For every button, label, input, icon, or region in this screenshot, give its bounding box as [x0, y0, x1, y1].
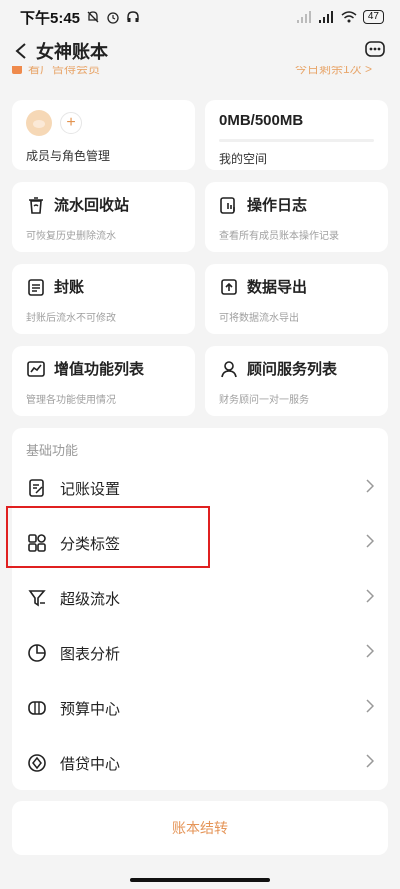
headphones-icon: [127, 11, 139, 22]
super-flow-icon: [28, 590, 46, 607]
menu-item-label: 记账设置: [60, 480, 121, 498]
more-button[interactable]: [364, 39, 386, 64]
menu-item-chart-analysis[interactable]: 图表分析: [12, 626, 388, 680]
chevron-right-icon: [366, 698, 375, 713]
status-left-icons: [86, 10, 140, 24]
section-title: 基础功能: [26, 443, 79, 458]
chevron-right-icon: [366, 588, 375, 603]
promo-banner[interactable]: 看广告得会员 今日剩余1次 >: [12, 66, 388, 80]
menu-item-label: 借贷中心: [60, 755, 121, 773]
alarm-icon: [107, 12, 119, 24]
tile-title: 顾问服务列表: [247, 361, 338, 378]
more-options-icon: [365, 40, 385, 57]
signal-hd-icon: [318, 11, 333, 23]
member-role-label: 成员与角色管理: [26, 149, 111, 163]
tile-title: 封账: [54, 279, 85, 296]
menu-item-label: 超级流水: [60, 590, 121, 608]
tile-subtitle: 管理各功能使用情况: [26, 395, 116, 406]
tile-subtitle: 财务顾问一对一服务: [219, 395, 309, 406]
menu-item-label: 预算中心: [60, 700, 121, 718]
member-role-card[interactable]: + 成员与角色管理: [12, 100, 195, 170]
account-carryover-button[interactable]: 账本结转: [12, 801, 388, 855]
home-indicator[interactable]: [130, 878, 270, 882]
account-carryover-label: 账本结转: [172, 820, 228, 836]
menu-item-budget-center[interactable]: 预算中心: [12, 681, 388, 735]
data-export-tile[interactable]: 数据导出 可将数据流水导出: [205, 264, 388, 334]
operation-log-tile[interactable]: 操作日志 查看所有成员账本操作记录: [205, 182, 388, 252]
highlight-box: [6, 506, 210, 568]
space-usage-bar: [219, 139, 374, 142]
budget-icon: [28, 701, 46, 715]
bookkeeping-settings-icon: [29, 479, 44, 497]
operation-log-icon: [220, 196, 235, 214]
chevron-right-icon: [366, 753, 375, 768]
value-added-tile[interactable]: 增值功能列表 管理各功能使用情况: [12, 346, 195, 416]
menu-item-super-flow[interactable]: 超级流水: [12, 571, 388, 625]
export-icon: [221, 278, 237, 295]
trash-restore-icon: [29, 196, 43, 214]
basic-functions-section: 基础功能 记账设置 分类标签 超级流水 图表分析 预算中心 借贷中心: [12, 428, 388, 790]
advisor-service-tile[interactable]: 顾问服务列表 财务顾问一对一服务: [205, 346, 388, 416]
tile-subtitle: 查看所有成员账本操作记录: [219, 231, 339, 242]
signal-icon: [296, 11, 311, 23]
status-right-icons: 47: [296, 10, 384, 24]
wifi-icon: [341, 11, 357, 23]
tile-subtitle: 可将数据流水导出: [219, 313, 299, 324]
pie-chart-icon: [28, 644, 46, 662]
avatar: [26, 110, 52, 136]
close-account-tile[interactable]: 封账 封账后流水不可修改: [12, 264, 195, 334]
tile-title: 操作日志: [247, 197, 308, 214]
mute-icon: [87, 11, 99, 23]
page-title: 女神账本: [36, 42, 108, 62]
tile-title: 流水回收站: [54, 197, 130, 214]
chevron-right-icon: [366, 533, 375, 548]
space-usage-value: 0MB/500MB: [219, 112, 304, 129]
tile-subtitle: 封账后流水不可修改: [26, 313, 116, 324]
recycle-bin-tile[interactable]: 流水回收站 可恢复历史删除流水: [12, 182, 195, 252]
lock-account-icon: [28, 278, 44, 296]
menu-item-loan-center[interactable]: 借贷中心: [12, 736, 388, 790]
chevron-right-icon: [366, 643, 375, 658]
chevron-right-icon: [366, 478, 375, 493]
status-bar: 下午5:45 47: [0, 0, 400, 34]
menu-item-label: 图表分析: [60, 645, 121, 663]
nav-bar: 女神账本: [0, 34, 400, 68]
loan-icon: [28, 754, 46, 772]
add-member-button[interactable]: +: [60, 112, 82, 134]
promo-tag-icon: [12, 66, 22, 74]
tile-subtitle: 可恢复历史删除流水: [26, 231, 116, 242]
promo-left-text: 看广告得会员: [28, 66, 101, 76]
back-arrow-icon[interactable]: [14, 42, 28, 60]
my-space-label: 我的空间: [219, 152, 268, 166]
promo-right-text: 今日剩余1次 >: [294, 66, 372, 76]
tile-title: 数据导出: [247, 279, 308, 296]
chart-up-icon: [27, 360, 45, 377]
plus-icon: +: [66, 114, 76, 131]
my-space-card[interactable]: 0MB/500MB 我的空间: [205, 100, 388, 170]
advisor-icon: [221, 360, 237, 377]
battery-indicator: 47: [362, 10, 384, 24]
tile-title: 增值功能列表: [54, 361, 145, 378]
status-time: 下午5:45: [20, 9, 81, 27]
